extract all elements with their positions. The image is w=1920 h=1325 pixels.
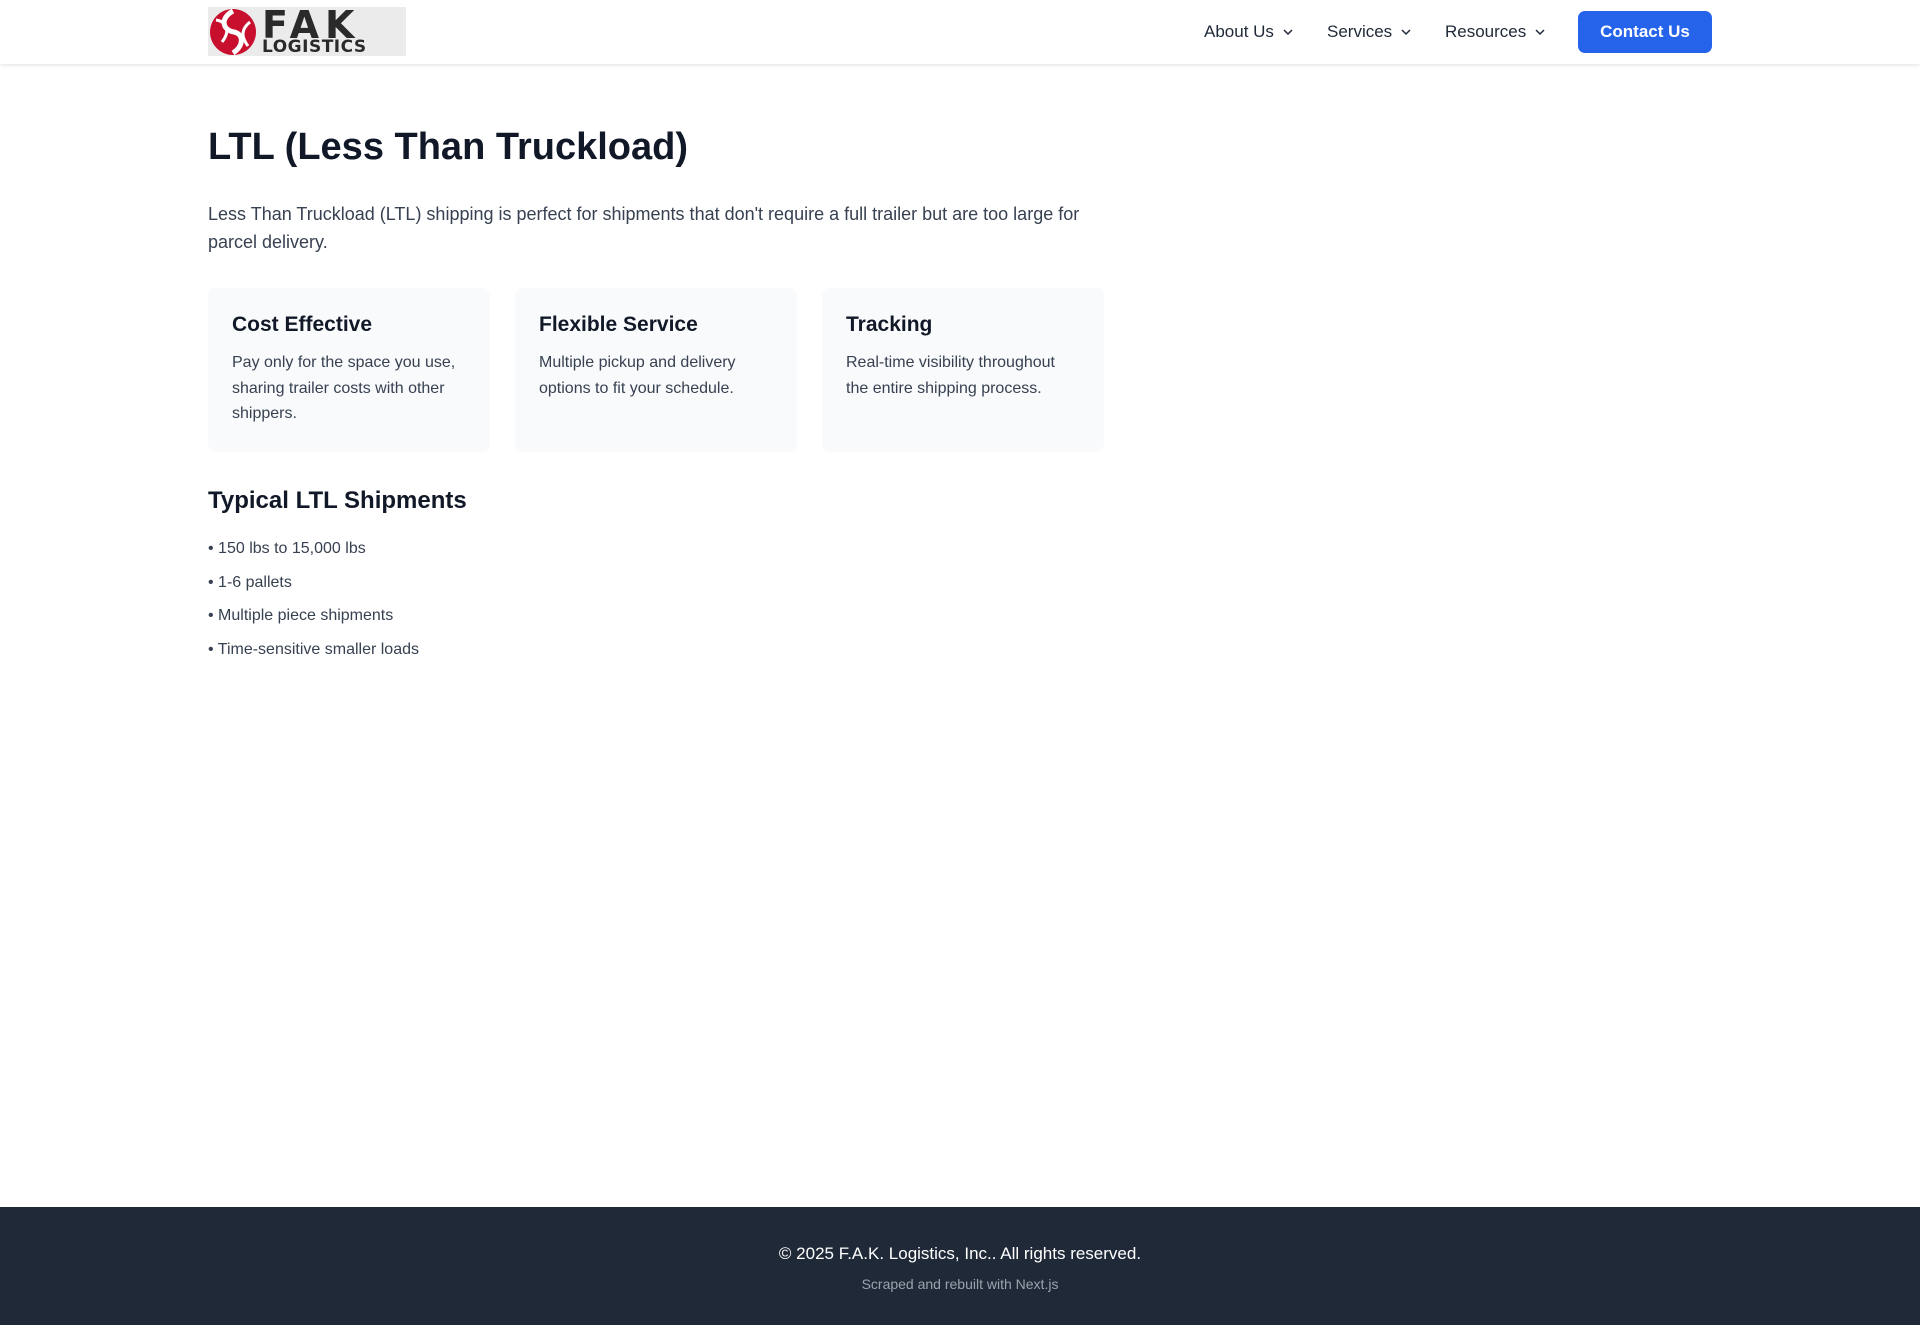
- nav-services-label: Services: [1327, 22, 1393, 41]
- page-title: LTL (Less Than Truckload): [208, 126, 688, 168]
- feature-card-title: Flexible Service: [539, 313, 698, 336]
- site-footer: © 2025 F.A.K. Logistics, Inc.. All right…: [0, 1207, 1920, 1325]
- chevron-down-icon: [1535, 29, 1545, 36]
- nav-services[interactable]: Services: [1327, 0, 1412, 64]
- feature-card-flexible-service: Flexible Service Multiple pickup and del…: [515, 288, 797, 452]
- chevron-down-icon: [1401, 29, 1411, 36]
- fak-logistics-logo[interactable]: FAK LOGISTICS: [208, 4, 406, 57]
- feature-card-text: Multiple pickup and delivery options to …: [539, 354, 736, 397]
- nav-about-us[interactable]: About Us: [1204, 0, 1294, 64]
- shipments-section-title: Typical LTL Shipments: [208, 487, 467, 514]
- list-item: • Time-sensitive smaller loads: [208, 640, 419, 658]
- shipments-list: • 150 lbs to 15,000 lbs • 1-6 pallets • …: [208, 532, 419, 666]
- logo-swirl-icon: [210, 8, 256, 56]
- footer-note: Scraped and rebuilt with Next.js: [861, 1276, 1059, 1292]
- feature-card-text: Pay only for the space you use, sharing …: [232, 354, 456, 422]
- feature-card-tracking: Tracking Real-time visibility throughout…: [822, 288, 1104, 452]
- site-header: FAK LOGISTICS About Us Services Resource…: [0, 0, 1920, 64]
- contact-us-button[interactable]: Contact Us: [1578, 11, 1712, 53]
- feature-card-cost-effective: Cost Effective Pay only for the space yo…: [208, 288, 490, 452]
- list-item: • 150 lbs to 15,000 lbs: [208, 540, 366, 557]
- chevron-down-icon: [1283, 29, 1293, 36]
- nav-resources-label: Resources: [1445, 22, 1527, 41]
- nav-about-us-label: About Us: [1204, 22, 1274, 41]
- logo-sub-text: LOGISTICS: [262, 37, 367, 57]
- feature-card-title: Cost Effective: [232, 313, 373, 336]
- feature-card-text: Real-time visibility throughout the enti…: [846, 354, 1055, 397]
- nav-resources[interactable]: Resources: [1445, 0, 1546, 64]
- list-item: • 1-6 pallets: [208, 573, 292, 591]
- intro-paragraph: Less Than Truckload (LTL) shipping is pe…: [208, 204, 1080, 252]
- feature-card-title: Tracking: [846, 313, 933, 336]
- footer-copyright: © 2025 F.A.K. Logistics, Inc.. All right…: [778, 1244, 1142, 1263]
- list-item: • Multiple piece shipments: [208, 607, 394, 624]
